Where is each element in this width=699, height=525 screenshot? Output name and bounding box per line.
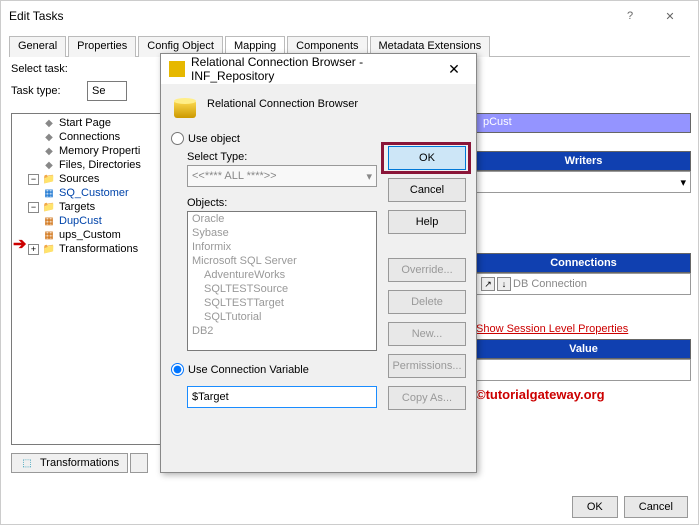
- value-header: Value: [476, 339, 691, 359]
- chevron-down-icon: ▾: [366, 170, 372, 183]
- main-ok-button[interactable]: OK: [572, 496, 618, 518]
- dialog-title-bar: Relational Connection Browser - INF_Repo…: [161, 54, 476, 84]
- value-row[interactable]: [476, 359, 691, 381]
- connection-variable-input[interactable]: [187, 386, 377, 408]
- use-conn-var-radio-input[interactable]: [171, 363, 184, 376]
- ok-button[interactable]: OK: [388, 146, 466, 170]
- tree-start-page[interactable]: Start Page: [59, 117, 111, 129]
- tree-dupcust[interactable]: DupCust: [59, 215, 102, 227]
- dialog-icon: [169, 61, 185, 77]
- page-icon: ◆: [42, 159, 56, 171]
- tree-targets[interactable]: Targets: [59, 201, 95, 213]
- arrow-indicator-icon: ➔: [13, 234, 26, 254]
- list-item[interactable]: SQLTESTTarget: [188, 296, 376, 310]
- tree-files[interactable]: Files, Directories: [59, 159, 141, 171]
- close-button[interactable]: ✕: [650, 2, 690, 30]
- target-icon: ▦: [42, 229, 56, 241]
- expand-icon[interactable]: +: [28, 244, 39, 255]
- task-type-label: Task type:: [11, 85, 81, 97]
- list-item[interactable]: Informix: [188, 240, 376, 254]
- down-icon[interactable]: ↓: [497, 277, 511, 291]
- help-button[interactable]: Help: [388, 210, 466, 234]
- folder-icon: 📁: [42, 243, 56, 255]
- connections-row[interactable]: ↗ ↓ DB Connection: [476, 273, 691, 295]
- relational-connection-dialog: Relational Connection Browser - INF_Repo…: [160, 53, 477, 473]
- permissions-button[interactable]: Permissions...: [388, 354, 466, 378]
- bottom-tab-next[interactable]: [130, 453, 148, 473]
- list-item[interactable]: Oracle: [188, 212, 376, 226]
- target-icon: ▦: [42, 215, 56, 227]
- help-button[interactable]: ?: [610, 2, 650, 30]
- page-icon: ◆: [42, 117, 56, 129]
- transform-icon: ⬚: [20, 457, 34, 469]
- delete-button[interactable]: Delete: [388, 290, 466, 314]
- writers-row[interactable]: ▾: [476, 171, 691, 193]
- dialog-header-text: Relational Connection Browser: [207, 98, 358, 110]
- folder-icon: 📁: [42, 173, 56, 185]
- main-title-bar: Edit Tasks ? ✕: [1, 1, 698, 31]
- copy-as-button[interactable]: Copy As...: [388, 386, 466, 410]
- list-item[interactable]: SQLTESTSource: [188, 282, 376, 296]
- folder-icon: 📁: [42, 201, 56, 213]
- list-item[interactable]: Sybase: [188, 226, 376, 240]
- main-cancel-button[interactable]: Cancel: [624, 496, 688, 518]
- collapse-icon[interactable]: −: [28, 202, 39, 213]
- writers-header: Writers: [476, 151, 691, 171]
- window-title: Edit Tasks: [9, 9, 610, 23]
- list-item[interactable]: SQLTutorial: [188, 310, 376, 324]
- list-item[interactable]: Microsoft SQL Server: [188, 254, 376, 268]
- select-task-label: Select task:: [11, 63, 81, 75]
- dialog-close-button[interactable]: ✕: [440, 61, 468, 78]
- navigator-tree[interactable]: ◆Start Page ◆Connections ◆Memory Propert…: [11, 113, 166, 445]
- new-button[interactable]: New...: [388, 322, 466, 346]
- cancel-button[interactable]: Cancel: [388, 178, 466, 202]
- tree-memory[interactable]: Memory Properti: [59, 145, 140, 157]
- watermark-text: ©tutorialgateway.org: [476, 387, 691, 402]
- tree-sources[interactable]: Sources: [59, 173, 99, 185]
- dialog-title: Relational Connection Browser - INF_Repo…: [191, 55, 440, 83]
- select-type-dropdown[interactable]: <<**** ALL ****>> ▾: [187, 165, 377, 187]
- use-object-radio-input[interactable]: [171, 132, 184, 145]
- page-icon: ◆: [42, 131, 56, 143]
- objects-list[interactable]: Oracle Sybase Informix Microsoft SQL Ser…: [187, 211, 377, 351]
- task-type-input[interactable]: [87, 81, 127, 101]
- tree-ups-custom[interactable]: ups_Custom: [59, 229, 121, 241]
- collapse-icon[interactable]: −: [28, 174, 39, 185]
- bottom-tab-transformations[interactable]: ⬚Transformations: [11, 453, 128, 473]
- list-item[interactable]: AdventureWorks: [188, 268, 376, 282]
- list-item[interactable]: DB2: [188, 324, 376, 338]
- database-icon: [171, 90, 199, 118]
- tree-sq-customer[interactable]: SQ_Customer: [59, 187, 129, 199]
- connections-header: Connections: [476, 253, 691, 273]
- source-icon: ▦: [42, 187, 56, 199]
- override-button[interactable]: Override...: [388, 258, 466, 282]
- tree-connections[interactable]: Connections: [59, 131, 120, 143]
- tab-general[interactable]: General: [9, 36, 66, 57]
- page-icon: ◆: [42, 145, 56, 157]
- show-session-link[interactable]: Show Session Level Properties: [476, 323, 691, 335]
- browse-icon[interactable]: ↗: [481, 277, 495, 291]
- tab-properties[interactable]: Properties: [68, 36, 136, 57]
- use-object-radio[interactable]: Use object: [171, 132, 466, 145]
- tree-transformations[interactable]: Transformations: [59, 243, 138, 255]
- chevron-down-icon[interactable]: ▾: [680, 176, 686, 189]
- pcust-bar: pCust: [476, 113, 691, 133]
